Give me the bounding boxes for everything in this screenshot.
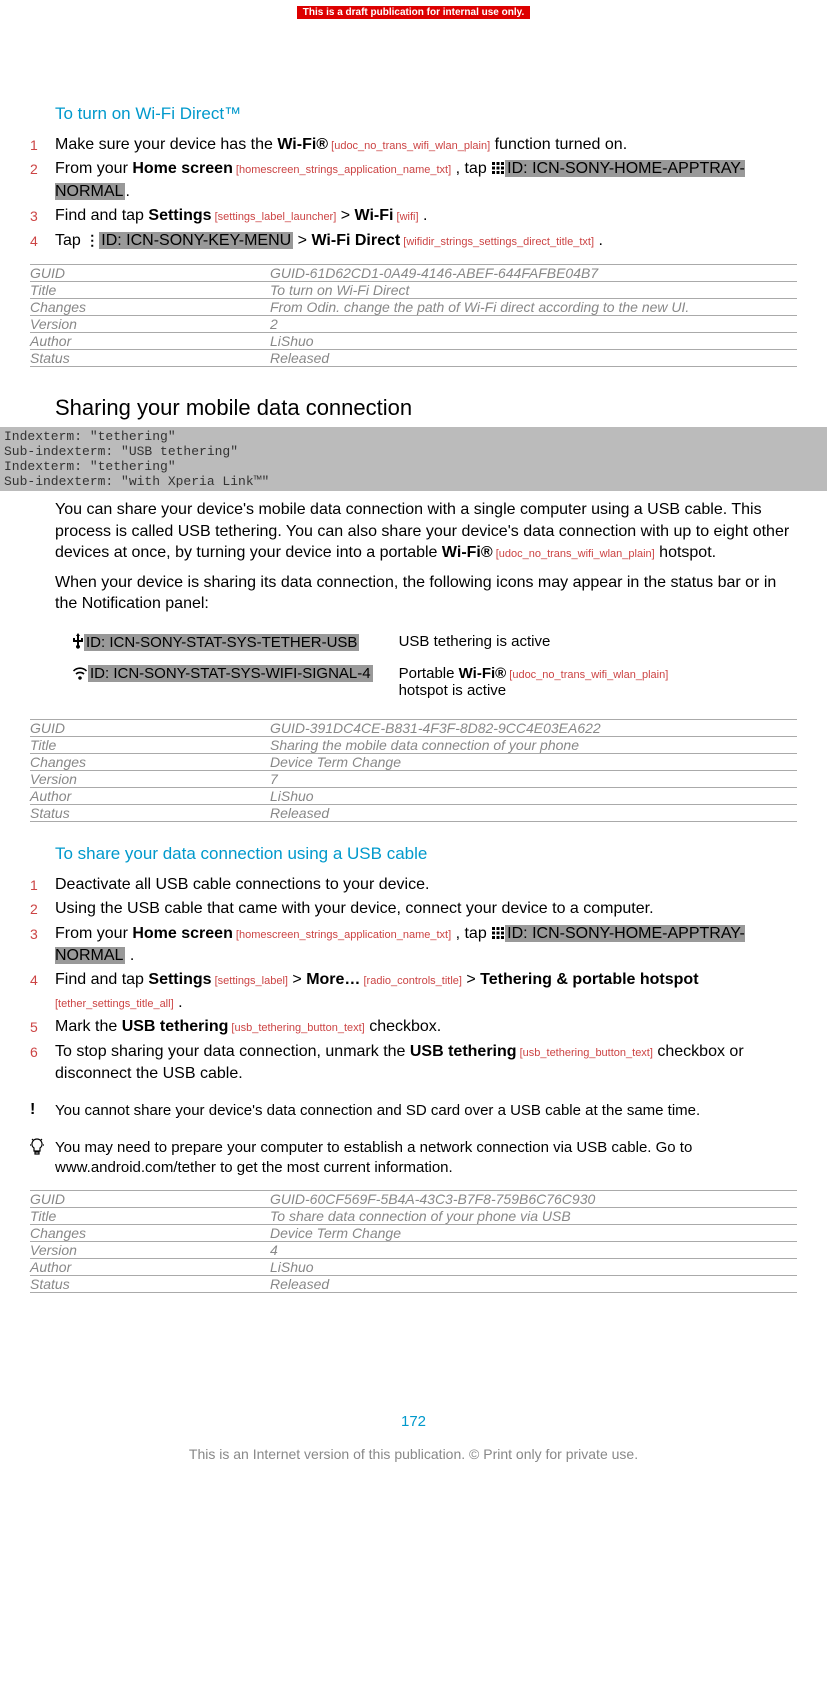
step-number: 6 xyxy=(30,1041,55,1063)
step-6: 6 To stop sharing your data connection, … xyxy=(30,1041,797,1086)
step-text: Make sure your device has the Wi-Fi® [ud… xyxy=(55,134,797,156)
step-number: 1 xyxy=(30,134,55,156)
step-text: To stop sharing your data connection, un… xyxy=(55,1041,797,1086)
section2-title: Sharing your mobile data connection xyxy=(55,395,797,421)
meta-table-2: GUIDGUID-391DC4CE-B831-4F3F-8D82-9CC4E03… xyxy=(30,719,797,822)
step-number: 3 xyxy=(30,205,55,227)
step-2: 2 Using the USB cable that came with you… xyxy=(30,898,797,920)
menu-icon: ⋮ xyxy=(85,231,99,251)
step-number: 4 xyxy=(30,230,55,252)
warning-icon: ! xyxy=(30,1101,55,1119)
icon-desc: USB tethering is active xyxy=(399,627,677,657)
app-grid-icon xyxy=(491,161,505,175)
step-1: 1 Deactivate all USB cable connections t… xyxy=(30,874,797,896)
icon-row-wifi: ID: ICN-SONY-STAT-SYS-WIFI-SIGNAL-4 Port… xyxy=(72,659,676,705)
wifi-signal-icon xyxy=(72,666,88,680)
icon-id-keymenu: ID: ICN-SONY-KEY-MENU xyxy=(99,232,293,249)
step-3: 3 Find and tap Settings [settings_label_… xyxy=(30,205,797,227)
step-number: 1 xyxy=(30,874,55,896)
footer-text: This is an Internet version of this publ… xyxy=(0,1446,827,1482)
usb-tether-icon xyxy=(72,633,84,649)
tip-icon xyxy=(30,1138,55,1161)
section1-title: To turn on Wi-Fi Direct™ xyxy=(55,104,797,124)
section1-steps: 1 Make sure your device has the Wi-Fi® [… xyxy=(30,134,797,252)
section2-para2: When your device is sharing its data con… xyxy=(55,572,797,615)
app-grid-icon xyxy=(491,926,505,940)
icon-id-wifi-signal: ID: ICN-SONY-STAT-SYS-WIFI-SIGNAL-4 xyxy=(88,665,373,682)
step-number: 2 xyxy=(30,158,55,180)
step-text: Deactivate all USB cable connections to … xyxy=(55,874,797,896)
page-content: To turn on Wi-Fi Direct™ 1 Make sure you… xyxy=(0,104,827,1293)
draft-banner-text: This is a draft publication for internal… xyxy=(297,6,531,19)
step-4: 4 Tap ⋮ID: ICN-SONY-KEY-MENU > Wi-Fi Dir… xyxy=(30,230,797,252)
step-text: Find and tap Settings [settings_label] >… xyxy=(55,969,797,1014)
icon-id-tether-usb: ID: ICN-SONY-STAT-SYS-TETHER-USB xyxy=(84,634,359,651)
section3-title: To share your data connection using a US… xyxy=(55,844,797,864)
page-number: 172 xyxy=(0,1413,827,1430)
step-1: 1 Make sure your device has the Wi-Fi® [… xyxy=(30,134,797,156)
meta-table-1: GUIDGUID-61D62CD1-0A49-4146-ABEF-644FAFB… xyxy=(30,264,797,367)
step-text: Mark the USB tethering [usb_tethering_bu… xyxy=(55,1016,797,1038)
tip-note: You may need to prepare your computer to… xyxy=(30,1138,797,1179)
step-number: 3 xyxy=(30,923,55,945)
icon-description-table: ID: ICN-SONY-STAT-SYS-TETHER-USB USB tet… xyxy=(70,625,678,707)
note-text: You may need to prepare your computer to… xyxy=(55,1138,797,1179)
step-text: Using the USB cable that came with your … xyxy=(55,898,797,920)
icon-desc: Portable Wi-Fi® [udoc_no_trans_wifi_wlan… xyxy=(399,659,677,705)
bulb-icon xyxy=(30,1138,44,1156)
step-text: Find and tap Settings [settings_label_la… xyxy=(55,205,797,227)
step-text: Tap ⋮ID: ICN-SONY-KEY-MENU > Wi-Fi Direc… xyxy=(55,230,797,252)
step-text: From your Home screen [homescreen_string… xyxy=(55,158,797,203)
step-text: From your Home screen [homescreen_string… xyxy=(55,923,797,968)
draft-banner: This is a draft publication for internal… xyxy=(0,2,827,20)
step-number: 4 xyxy=(30,969,55,991)
step-5: 5 Mark the USB tethering [usb_tethering_… xyxy=(30,1016,797,1038)
meta-table-3: GUIDGUID-60CF569F-5B4A-43C3-B7F8-759B6C7… xyxy=(30,1190,797,1293)
step-2: 2 From your Home screen [homescreen_stri… xyxy=(30,158,797,203)
step-4: 4 Find and tap Settings [settings_label]… xyxy=(30,969,797,1014)
note-text: You cannot share your device's data conn… xyxy=(55,1101,797,1121)
icon-row-usb: ID: ICN-SONY-STAT-SYS-TETHER-USB USB tet… xyxy=(72,627,676,657)
section2-para1: You can share your device's mobile data … xyxy=(55,499,797,564)
section3-steps: 1 Deactivate all USB cable connections t… xyxy=(30,874,797,1086)
step-3: 3 From your Home screen [homescreen_stri… xyxy=(30,923,797,968)
indexterm-box: Indexterm: "tethering" Sub-indexterm: "U… xyxy=(0,427,827,491)
warning-note: ! You cannot share your device's data co… xyxy=(30,1101,797,1121)
step-number: 5 xyxy=(30,1016,55,1038)
step-number: 2 xyxy=(30,898,55,920)
